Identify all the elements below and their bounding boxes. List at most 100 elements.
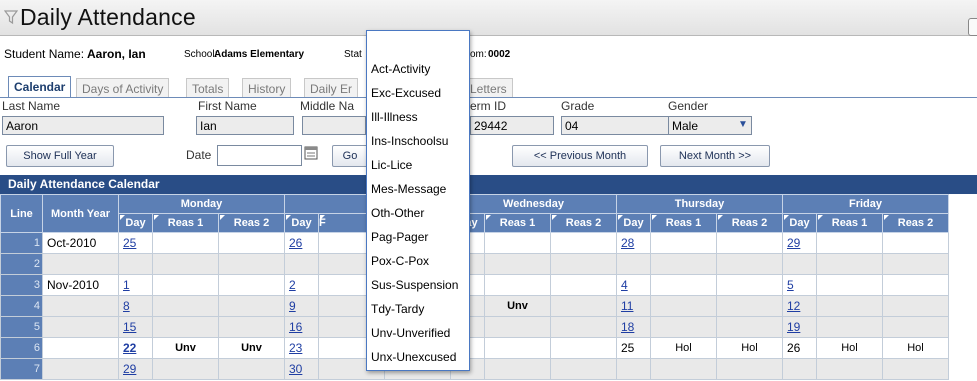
friday-day-cell-link[interactable]: 12	[787, 299, 800, 313]
reason-option[interactable]: Ill-Illness	[370, 107, 466, 128]
first-name-field[interactable]: Ian	[196, 116, 294, 135]
monday-reason1-cell[interactable]	[152, 358, 219, 380]
column-header-line[interactable]: Line	[0, 194, 43, 233]
column-header-reas1[interactable]: Reas 1	[484, 213, 551, 233]
reason-option[interactable]: Tdy-Tardy	[370, 299, 466, 320]
monday-day-cell[interactable]	[118, 253, 153, 275]
column-header-day[interactable]: Day	[118, 213, 153, 233]
filter-icon[interactable]	[4, 9, 18, 25]
monday-reason2-cell[interactable]	[218, 295, 285, 317]
tuesday-day-cell-link[interactable]: 23	[289, 341, 302, 355]
wednesday-reason2-cell[interactable]	[550, 232, 617, 254]
friday-day-cell[interactable]: 5	[782, 274, 817, 296]
thursday-reason1-cell[interactable]	[650, 232, 717, 254]
thursday-reason1-cell[interactable]	[650, 316, 717, 338]
monday-day-cell-link[interactable]: 8	[123, 299, 130, 313]
friday-reason1-cell[interactable]	[816, 274, 883, 296]
tuesday-day-cell-link[interactable]: 16	[289, 320, 302, 334]
column-header-month-year[interactable]: Month Year	[42, 194, 119, 233]
reason-option[interactable]: Act-Activity	[370, 59, 466, 80]
tab-history[interactable]: History	[242, 78, 292, 98]
middle-name-field[interactable]	[302, 116, 366, 135]
thursday-day-cell[interactable]: 18	[616, 316, 651, 338]
reason-option[interactable]: Sus-Suspension	[370, 275, 466, 296]
monday-reason2-cell[interactable]	[218, 358, 285, 380]
monday-day-cell[interactable]: 1	[118, 274, 153, 296]
friday-day-cell[interactable]	[782, 358, 817, 380]
wednesday-reason1-cell[interactable]	[484, 253, 551, 275]
thursday-reason2-cell[interactable]	[716, 358, 783, 380]
tab-daily-entry[interactable]: Daily Er	[304, 78, 359, 98]
friday-day-cell[interactable]: 19	[782, 316, 817, 338]
friday-reason1-cell[interactable]	[816, 253, 883, 275]
wednesday-reason1-cell[interactable]	[484, 274, 551, 296]
thursday-reason2-cell[interactable]	[716, 316, 783, 338]
monday-day-cell-link[interactable]: 25	[123, 236, 136, 250]
reason-option[interactable]: Oth-Other	[370, 203, 466, 224]
monday-reason2-cell[interactable]	[218, 274, 285, 296]
column-header-reas2[interactable]: Reas 2	[716, 213, 783, 233]
friday-reason1-cell[interactable]	[816, 358, 883, 380]
friday-day-cell[interactable]	[782, 253, 817, 275]
thursday-day-cell-link[interactable]: 11	[621, 299, 633, 313]
wednesday-reason1-cell[interactable]	[484, 316, 551, 338]
column-header-day[interactable]: Day	[782, 213, 817, 233]
monday-reason2-cell[interactable]	[218, 232, 285, 254]
wednesday-reason2-cell[interactable]	[550, 337, 617, 359]
monday-day-cell[interactable]: 25	[118, 232, 153, 254]
monday-reason1-cell[interactable]	[152, 253, 219, 275]
wednesday-reason1-cell[interactable]	[484, 358, 551, 380]
wednesday-reason1-cell[interactable]: Unv	[484, 295, 551, 317]
monday-reason2-cell[interactable]	[218, 253, 285, 275]
monday-reason2-cell[interactable]: Unv	[218, 337, 285, 359]
thursday-day-cell[interactable]: 11	[616, 295, 651, 317]
tuesday-day-cell[interactable]: 30	[284, 358, 319, 380]
reason-option[interactable]: Pag-Pager	[370, 227, 466, 248]
previous-month-button[interactable]: << Previous Month	[512, 145, 648, 167]
wednesday-reason1-cell[interactable]	[484, 232, 551, 254]
reason-option[interactable]: Unv-Unverified	[370, 323, 466, 344]
thursday-day-cell[interactable]	[616, 253, 651, 275]
friday-day-cell-link[interactable]: 5	[787, 278, 794, 292]
thursday-reason2-cell[interactable]	[716, 274, 783, 296]
wednesday-reason2-cell[interactable]	[550, 253, 617, 275]
tuesday-day-cell[interactable]	[284, 253, 319, 275]
wednesday-reason1-cell[interactable]	[484, 337, 551, 359]
friday-reason2-cell[interactable]	[882, 358, 949, 380]
last-name-field[interactable]: Aaron	[2, 116, 164, 135]
friday-reason2-cell[interactable]	[882, 253, 949, 275]
wednesday-reason2-cell[interactable]	[550, 316, 617, 338]
friday-reason1-cell[interactable]	[816, 295, 883, 317]
monday-reason1-cell[interactable]	[152, 274, 219, 296]
monday-day-cell[interactable]: 22	[118, 337, 153, 359]
thursday-day-cell-link[interactable]: 4	[621, 278, 628, 292]
friday-day-cell-link[interactable]: 19	[787, 320, 800, 334]
friday-day-cell-link[interactable]: 29	[787, 236, 800, 250]
thursday-reason1-cell[interactable]	[650, 274, 717, 296]
monday-day-cell[interactable]: 15	[118, 316, 153, 338]
go-button[interactable]: Go	[332, 145, 368, 167]
tuesday-day-cell-link[interactable]: 2	[289, 278, 296, 292]
show-full-year-button[interactable]: Show Full Year	[6, 145, 114, 167]
friday-reason1-cell[interactable]	[816, 232, 883, 254]
thursday-reason1-cell[interactable]	[650, 295, 717, 317]
tab-totals[interactable]: Totals	[186, 78, 230, 98]
monday-reason2-cell[interactable]	[218, 316, 285, 338]
tuesday-day-cell-link[interactable]: 9	[289, 299, 296, 313]
wednesday-reason2-cell[interactable]	[550, 274, 617, 296]
friday-reason2-cell[interactable]	[882, 295, 949, 317]
monday-day-cell[interactable]: 29	[118, 358, 153, 380]
reason-option[interactable]: Pox-C-Pox	[370, 251, 466, 272]
reason-option[interactable]: Unx-Unexcused	[370, 347, 466, 368]
column-header-reas2[interactable]: Reas 2	[550, 213, 617, 233]
thursday-reason2-cell[interactable]	[716, 253, 783, 275]
thursday-day-cell[interactable]	[616, 358, 651, 380]
reason-option[interactable]: Exc-Excused	[370, 83, 466, 104]
monday-day-cell-link[interactable]: 1	[123, 278, 130, 292]
tab-letters[interactable]: Letters	[464, 78, 513, 98]
reason-option[interactable]: Lic-Lice	[370, 155, 466, 176]
thursday-reason1-cell[interactable]	[650, 253, 717, 275]
thursday-day-cell-link[interactable]: 28	[621, 236, 634, 250]
monday-reason1-cell[interactable]: Unv	[152, 337, 219, 359]
tuesday-day-cell[interactable]: 23	[284, 337, 319, 359]
